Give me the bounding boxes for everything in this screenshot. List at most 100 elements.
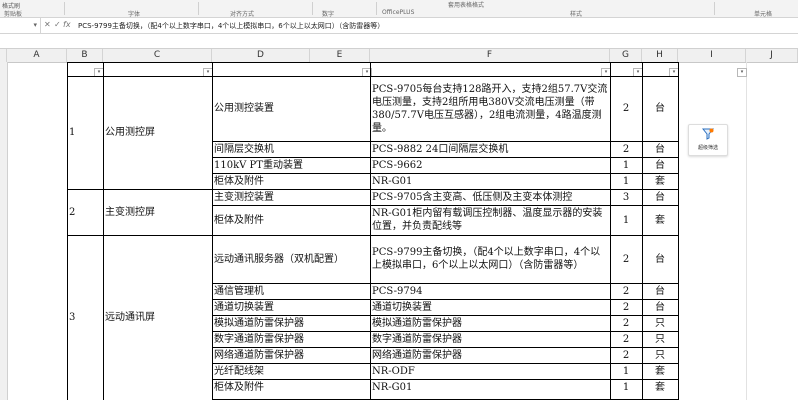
quantity-cell-text: 2 bbox=[622, 333, 630, 345]
spec-cell[interactable]: NR-G01 bbox=[370, 173, 610, 189]
column-header-e[interactable]: E bbox=[310, 49, 370, 62]
ribbon-group-label: 数字 bbox=[322, 11, 335, 18]
quantity-cell[interactable]: 1 bbox=[610, 379, 642, 395]
item-cell[interactable]: 柜体及附件 bbox=[212, 173, 370, 189]
quantity-cell[interactable]: 3 bbox=[610, 189, 642, 205]
column-header-i[interactable]: I bbox=[678, 49, 746, 62]
unit-cell[interactable]: 套 bbox=[642, 363, 678, 379]
formula-input[interactable]: PCS-9799主备切换，（配4个以上数字串口，4个以上模拟串口，6个以上以太网… bbox=[78, 21, 384, 31]
unit-cell[interactable]: 台 bbox=[642, 283, 678, 299]
item-cell[interactable]: 模拟通道防雷保护器 bbox=[212, 315, 370, 331]
spec-cell-text: PCS-9794 bbox=[372, 285, 423, 297]
quantity-cell[interactable]: 2 bbox=[610, 235, 642, 283]
unit-cell-text: 台 bbox=[655, 103, 665, 114]
section-name[interactable]: 远动通讯屏 bbox=[103, 235, 212, 400]
spec-cell[interactable]: PCS-9705含主变高、低压侧及主变本体测控 bbox=[370, 189, 610, 205]
item-cell[interactable]: 柜体及附件 bbox=[212, 205, 370, 235]
quantity-cell[interactable]: 2 bbox=[610, 331, 642, 347]
quantity-cell[interactable]: 2 bbox=[610, 347, 642, 363]
spec-cell[interactable]: NR-ODF bbox=[370, 363, 610, 379]
ribbon-table-format[interactable]: 套用表格格式 bbox=[448, 0, 508, 17]
spec-cell[interactable]: 模拟通道防雷保护器 bbox=[370, 315, 610, 331]
column-header-b[interactable]: B bbox=[67, 49, 103, 62]
unit-cell[interactable]: 只 bbox=[642, 315, 678, 331]
spec-cell[interactable]: PCS-9662 bbox=[370, 157, 610, 173]
quantity-cell[interactable]: 1 bbox=[610, 157, 642, 173]
quantity-cell[interactable]: 2 bbox=[610, 76, 642, 141]
select-all-corner[interactable] bbox=[0, 49, 7, 62]
spec-cell[interactable]: NR-G01柜内留有载调压控制器、温度显示器的安装位置，并负责配线等 bbox=[370, 205, 610, 235]
section-number[interactable]: 3 bbox=[67, 235, 103, 400]
unit-cell-text: 只 bbox=[655, 333, 665, 345]
column-header-h[interactable]: H bbox=[642, 49, 678, 62]
item-cell[interactable]: 光纤配线架 bbox=[212, 363, 370, 379]
spec-cell[interactable]: NR-G01 bbox=[370, 379, 610, 395]
column-header-c[interactable]: C bbox=[103, 49, 212, 62]
quantity-cell[interactable]: 1 bbox=[610, 173, 642, 189]
column-header-f[interactable]: F bbox=[370, 49, 610, 62]
item-cell-text: 远动通讯服务器（双机配置） bbox=[214, 253, 344, 265]
spec-cell[interactable]: PCS-9794 bbox=[370, 283, 610, 299]
item-cell-text: 模拟通道防雷保护器 bbox=[214, 317, 304, 329]
table-border bbox=[67, 62, 68, 400]
unit-cell[interactable]: 套 bbox=[642, 205, 678, 235]
item-cell[interactable]: 通道切换装置 bbox=[212, 299, 370, 315]
table-format-label[interactable]: 套用表格格式 bbox=[448, 0, 484, 9]
spec-cell[interactable]: PCS-9882 24口间隔层交换机 bbox=[370, 141, 610, 157]
item-cell[interactable]: 数字通道防雷保护器 bbox=[212, 331, 370, 347]
column-header-g[interactable]: G bbox=[610, 49, 642, 62]
unit-cell[interactable]: 只 bbox=[642, 347, 678, 363]
item-cell[interactable]: 110kV PT重动装置 bbox=[212, 157, 370, 173]
spec-cell[interactable]: PCS-9799主备切换，（配4个以上数字串口，4个以上模拟串口，6个以上以太网… bbox=[370, 235, 610, 283]
item-cell[interactable]: 远动通讯服务器（双机配置） bbox=[212, 235, 370, 283]
unit-cell[interactable]: 套 bbox=[642, 379, 678, 395]
unit-cell[interactable]: 台 bbox=[642, 189, 678, 205]
spec-cell[interactable]: 通道切换装置 bbox=[370, 299, 610, 315]
item-cell[interactable]: 网络通道防雷保护器 bbox=[212, 347, 370, 363]
spec-cell[interactable]: 网络通道防雷保护器 bbox=[370, 347, 610, 363]
unit-cell[interactable]: 台 bbox=[642, 299, 678, 315]
spec-cell[interactable]: 数字通道防雷保护器 bbox=[370, 331, 610, 347]
quantity-cell-text: 1 bbox=[622, 381, 630, 393]
unit-cell[interactable]: 台 bbox=[642, 235, 678, 283]
unit-cell[interactable]: 台 bbox=[642, 76, 678, 141]
spec-cell[interactable]: PCS-9705每台支持128路开入，支持2组57.7V交流电压测量，支持2组所… bbox=[370, 76, 610, 141]
fx-icon[interactable]: fx bbox=[63, 20, 71, 29]
quantity-cell-text: 2 bbox=[622, 317, 630, 329]
unit-cell[interactable]: 套 bbox=[642, 173, 678, 189]
filter-dropdown-icon[interactable]: ▾ bbox=[737, 68, 747, 77]
item-cell[interactable]: 公用测控装置 bbox=[212, 76, 370, 141]
column-header-j[interactable]: J bbox=[746, 49, 798, 62]
quantity-cell[interactable]: 1 bbox=[610, 205, 642, 235]
ribbon-group-styles: 样式 bbox=[510, 0, 670, 17]
column-header-a[interactable]: A bbox=[7, 49, 67, 62]
item-cell-text: 柜体及附件 bbox=[214, 175, 264, 187]
unit-cell[interactable]: 台 bbox=[642, 157, 678, 173]
row-header-strip[interactable] bbox=[0, 62, 8, 400]
item-cell[interactable]: 间隔层交换机 bbox=[212, 141, 370, 157]
enter-icon[interactable]: ✓ bbox=[54, 20, 61, 29]
super-filter-button[interactable]: 超级筛选 bbox=[688, 124, 728, 156]
column-header-d[interactable]: D bbox=[212, 49, 310, 62]
section-name[interactable]: 公用测控屏 bbox=[103, 76, 212, 189]
quantity-cell[interactable]: 2 bbox=[610, 283, 642, 299]
section-name[interactable]: 主变测控屏 bbox=[103, 189, 212, 235]
quantity-cell[interactable]: 1 bbox=[610, 363, 642, 379]
quantity-cell[interactable]: 2 bbox=[610, 141, 642, 157]
cancel-icon[interactable]: ✕ bbox=[44, 20, 51, 29]
section-number[interactable]: 1 bbox=[67, 76, 103, 189]
table-border bbox=[103, 62, 104, 400]
quantity-cell[interactable]: 2 bbox=[610, 299, 642, 315]
section-number[interactable]: 2 bbox=[67, 189, 103, 235]
quantity-cell[interactable]: 2 bbox=[610, 315, 642, 331]
table-border bbox=[67, 189, 679, 190]
unit-cell[interactable]: 只 bbox=[642, 331, 678, 347]
item-cell[interactable]: 主变测控装置 bbox=[212, 189, 370, 205]
item-cell[interactable]: 柜体及附件 bbox=[212, 379, 370, 395]
name-box[interactable]: ▾ bbox=[0, 18, 41, 33]
formula-bar: ▾ ✕ ✓ fx PCS-9799主备切换，（配4个以上数字串口，4个以上模拟串… bbox=[0, 18, 798, 34]
unit-cell[interactable]: 台 bbox=[642, 141, 678, 157]
table-border bbox=[370, 62, 371, 400]
chevron-down-icon[interactable]: ▾ bbox=[33, 21, 37, 29]
item-cell[interactable]: 通信管理机 bbox=[212, 283, 370, 299]
